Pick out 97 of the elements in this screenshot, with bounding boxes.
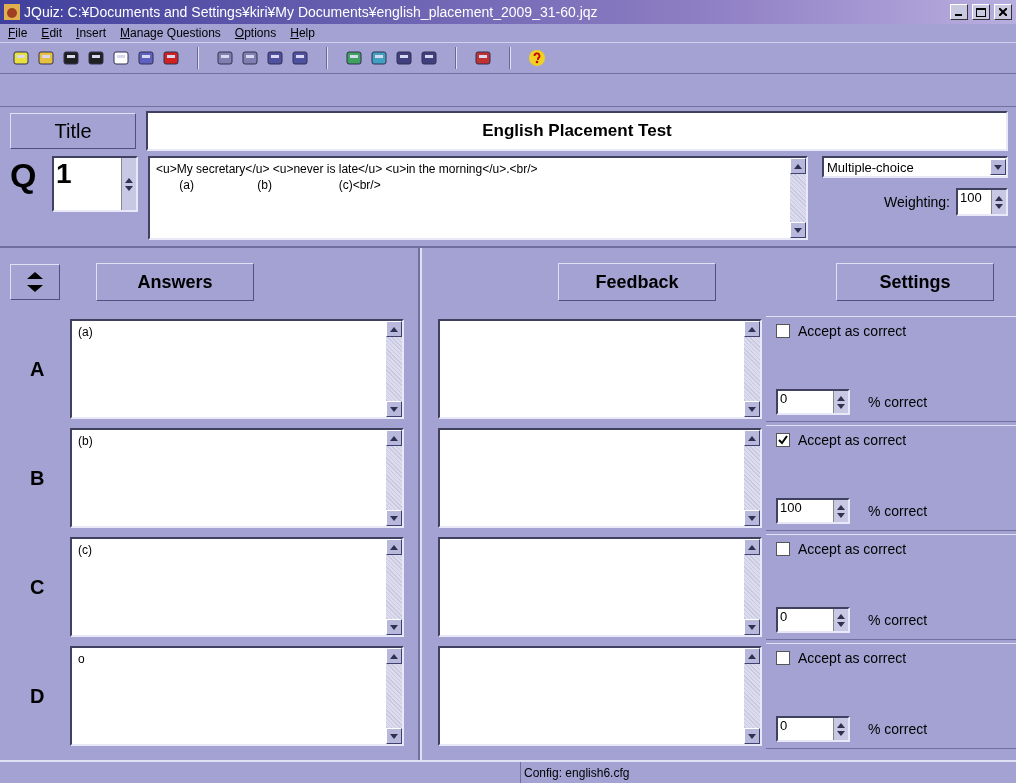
scroll-up-button[interactable] (386, 321, 402, 337)
accept-checkbox[interactable] (776, 433, 790, 447)
percent-label: % correct (868, 503, 928, 519)
scroll-down-button[interactable] (744, 619, 760, 635)
scroll-down-button[interactable] (386, 401, 402, 417)
menu-item[interactable]: Help (290, 26, 315, 40)
help-icon[interactable] (528, 49, 546, 67)
percent-field[interactable]: 0 (776, 389, 850, 415)
answer-field[interactable]: (c) (70, 537, 404, 637)
percent-field[interactable]: 0 (776, 716, 850, 742)
answer-field[interactable]: (b) (70, 428, 404, 528)
accept-label: Accept as correct (798, 432, 907, 448)
settings-header: Settings (836, 263, 994, 301)
scroll-down-button[interactable] (744, 510, 760, 526)
question-type-dropdown[interactable]: Multiple-choice (822, 156, 1008, 178)
up-arrow-icon (125, 177, 133, 183)
menu-item[interactable]: Edit (41, 26, 63, 40)
feedback-field[interactable] (438, 428, 762, 528)
scroll-down-button[interactable] (386, 510, 402, 526)
percent-label: % correct (868, 721, 928, 737)
check-icon (778, 435, 788, 445)
app-icon (4, 4, 20, 20)
scroll-down-button[interactable] (386, 619, 402, 635)
scroll-up-button[interactable] (744, 321, 760, 337)
title-label: Title (10, 113, 136, 149)
accept-label: Accept as correct (798, 541, 907, 557)
spin-buttons[interactable] (833, 718, 848, 740)
question-label: Q (10, 156, 38, 195)
answer-letter: A (29, 357, 46, 381)
maximize-button[interactable] (972, 4, 990, 20)
spin-buttons[interactable] (121, 158, 136, 210)
up-arrow-icon (748, 544, 756, 550)
feedback-header: Feedback (558, 263, 716, 301)
accept-checkbox[interactable] (776, 651, 790, 665)
up-arrow-icon (995, 195, 1003, 201)
feedback-field[interactable] (438, 319, 762, 419)
scroll-up-button[interactable] (744, 648, 760, 664)
scroll-down-button[interactable] (744, 401, 760, 417)
scroll-down-button[interactable] (790, 222, 806, 238)
minimize-button[interactable] (950, 4, 968, 20)
percent-field[interactable]: 0 (776, 607, 850, 633)
up-arrow-icon (390, 326, 398, 332)
maximize-icon (976, 7, 986, 17)
accept-checkbox[interactable] (776, 324, 790, 338)
scroll-up-button[interactable] (386, 539, 402, 555)
scroll-down-button[interactable] (386, 728, 402, 744)
up-arrow-icon (390, 653, 398, 659)
scroll-up-button[interactable] (744, 430, 760, 446)
reorder-button[interactable] (10, 264, 60, 300)
close-icon (999, 8, 1007, 16)
menu-item[interactable]: File (8, 26, 28, 40)
menu-item[interactable]: Insert (76, 26, 107, 40)
answer-letter: B (29, 466, 46, 490)
spin-buttons[interactable] (833, 609, 848, 631)
up-arrow-icon (390, 435, 398, 441)
spin-buttons[interactable] (833, 500, 848, 522)
answer-field[interactable]: (a) (70, 319, 404, 419)
title-field[interactable]: English Placement Test (146, 111, 1008, 151)
menu-item[interactable]: Options (234, 26, 277, 40)
feedback-field[interactable] (438, 646, 762, 746)
percent-field[interactable]: 100 (776, 498, 850, 524)
window-title: JQuiz: C:¥Documents and Settings¥kiri¥My Documents¥english_placement_2009_31-60.jqz (24, 4, 599, 20)
spin-buttons[interactable] (833, 391, 848, 413)
weighting-label: Weighting: (884, 194, 950, 210)
up-arrow-icon (390, 544, 398, 550)
scroll-down-button[interactable] (744, 728, 760, 744)
answer-letter: D (29, 684, 46, 708)
accept-label: Accept as correct (798, 650, 907, 666)
spin-buttons[interactable] (991, 190, 1006, 214)
up-arrow-icon (748, 653, 756, 659)
feedback-field[interactable] (438, 537, 762, 637)
weighting-field[interactable]: 100 (956, 188, 1008, 216)
up-arrow-icon (837, 504, 845, 510)
up-arrow-icon (27, 272, 43, 279)
up-arrow-icon (748, 435, 756, 441)
up-arrow-icon (837, 395, 845, 401)
scroll-up-button[interactable] (744, 539, 760, 555)
answer-field[interactable]: o (70, 646, 404, 746)
answer-letter: C (29, 575, 46, 599)
question-number-field[interactable]: 1 (52, 156, 138, 212)
accept-label: Accept as correct (798, 323, 907, 339)
up-arrow-icon (794, 163, 802, 169)
percent-label: % correct (868, 612, 928, 628)
close-button[interactable] (994, 4, 1012, 20)
scroll-up-button[interactable] (386, 648, 402, 664)
percent-label: % correct (868, 394, 928, 410)
up-arrow-icon (837, 613, 845, 619)
status-bar-text: Config: english6.cfg (520, 762, 630, 783)
scroll-up-button[interactable] (790, 158, 806, 174)
menu-item[interactable]: Manage Questions (120, 26, 221, 40)
question-text-field[interactable]: <u>My secretary</u> <u>never is late</u> <u>in the morning</u>.<br/> (a) (b) (c)<br/> (148, 156, 808, 240)
answers-header: Answers (96, 263, 254, 301)
dropdown-arrow-icon (994, 164, 1002, 170)
up-arrow-icon (748, 326, 756, 332)
accept-checkbox[interactable] (776, 542, 790, 556)
up-arrow-icon (837, 722, 845, 728)
scroll-up-button[interactable] (386, 430, 402, 446)
